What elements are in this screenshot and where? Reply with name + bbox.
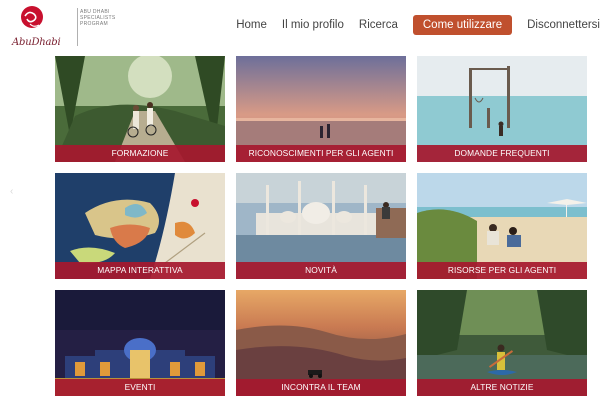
tile-riconoscimenti[interactable]: RICONOSCIMENTI PER GLI AGENTI [236, 56, 406, 162]
tile-caption: RISORSE PER GLI AGENTI [417, 262, 587, 279]
tile-mappa[interactable]: MAPPA INTERATTIVA [55, 173, 225, 279]
how-to-use-button[interactable]: Come utilizzare [412, 15, 513, 35]
main-nav: Home Il mio profilo Ricerca Come utilizz… [236, 15, 600, 35]
tile-risorse[interactable]: RISORSE PER GLI AGENTI [417, 173, 587, 279]
logo-tagline: ABU DHABI SPECIALISTS PROGRAM [80, 9, 115, 28]
tile-grid: FORMAZIONE RICONOSCIMENTI PER GLI AGENTI [55, 56, 587, 396]
tile-eventi[interactable]: EVENTI [55, 290, 225, 396]
tile-novita[interactable]: NOVITÀ [236, 173, 406, 279]
tile-caption: FORMAZIONE [55, 145, 225, 162]
site-header: AbuDhabi ABU DHABI SPECIALISTS PROGRAM H… [0, 0, 600, 52]
logo-tagline-line: PROGRAM [80, 21, 108, 28]
logout-link[interactable]: Disconnettersi [527, 19, 600, 31]
tile-altre-notizie[interactable]: ALTRE NOTIZIE [417, 290, 587, 396]
tile-caption: RICONOSCIMENTI PER GLI AGENTI [236, 145, 406, 162]
nav-home-link[interactable]: Home [236, 19, 267, 31]
tile-caption: INCONTRA IL TEAM [236, 379, 406, 396]
tile-domande[interactable]: DOMANDE FREQUENTI [417, 56, 587, 162]
logo-emblem-icon [21, 6, 43, 28]
carousel-left-arrow-icon[interactable]: ‹ [10, 186, 15, 197]
tile-formazione[interactable]: FORMAZIONE [55, 56, 225, 162]
logo-wordmark: AbuDhabi [12, 37, 61, 48]
tile-caption: DOMANDE FREQUENTI [417, 145, 587, 162]
nav-profile-link[interactable]: Il mio profilo [282, 19, 344, 31]
nav-search-link[interactable]: Ricerca [359, 19, 398, 31]
tile-caption: NOVITÀ [236, 262, 406, 279]
tile-caption: ALTRE NOTIZIE [417, 379, 587, 396]
tile-caption: EVENTI [55, 379, 225, 396]
logo-divider [77, 8, 78, 46]
tile-team[interactable]: INCONTRA IL TEAM [236, 290, 406, 396]
tile-caption: MAPPA INTERATTIVA [55, 262, 225, 279]
abu-dhabi-logo[interactable]: AbuDhabi ABU DHABI SPECIALISTS PROGRAM [10, 3, 115, 49]
